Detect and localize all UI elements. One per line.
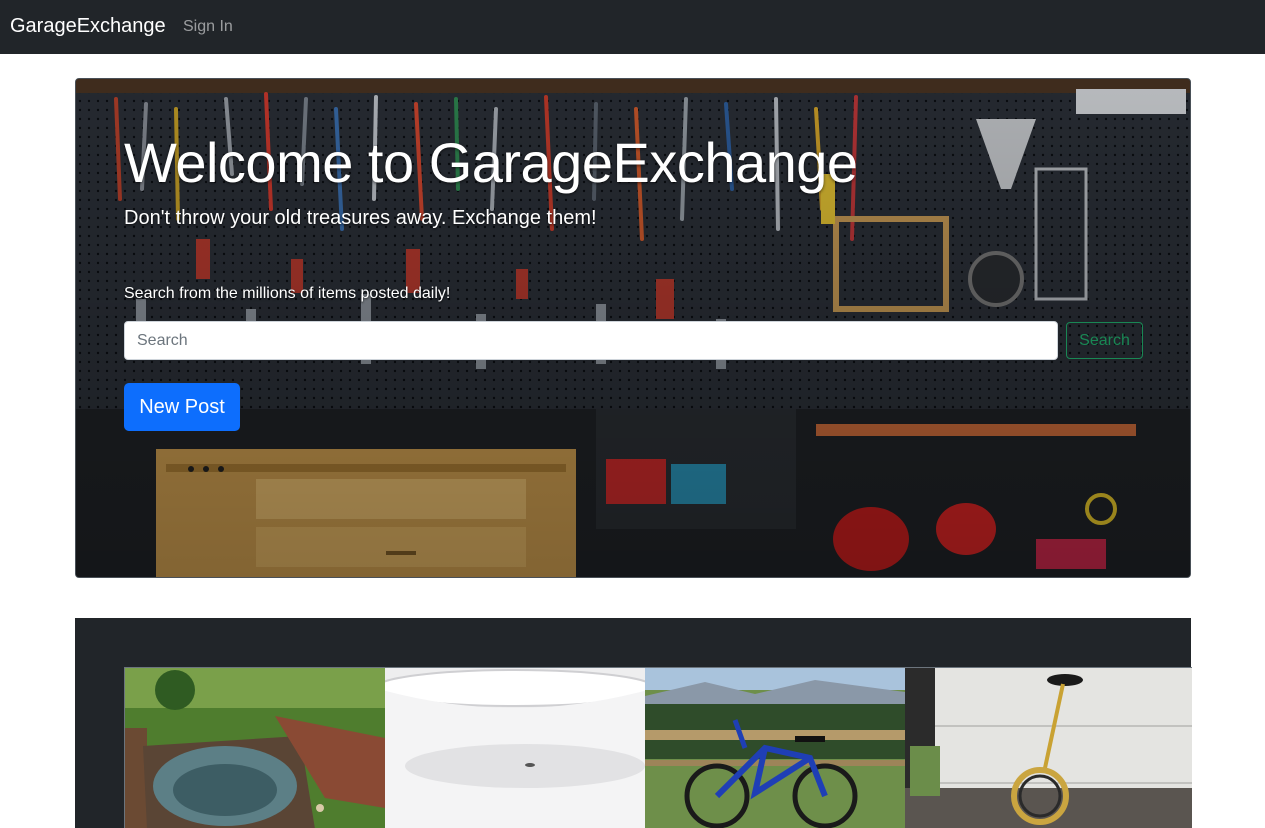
- top-navbar: GarageExchange Sign In: [0, 0, 1265, 54]
- bathtub-image: [384, 668, 646, 828]
- bicycle-image: [645, 668, 905, 828]
- hero-title: Welcome to GarageExchange: [124, 131, 858, 194]
- sign-in-link[interactable]: Sign In: [183, 17, 233, 37]
- hero-jumbotron: Welcome to GarageExchange Don't throw yo…: [75, 78, 1191, 578]
- search-input[interactable]: [124, 321, 1058, 360]
- new-post-button[interactable]: New Post: [124, 383, 240, 431]
- listing-card-unicycle[interactable]: [904, 668, 1192, 828]
- hot-tub-image: [125, 668, 385, 828]
- listing-card-row: [124, 667, 1192, 828]
- hero-tagline: Don't throw your old treasures away. Exc…: [124, 207, 597, 229]
- listings-section: [75, 618, 1192, 828]
- brand-logo-link[interactable]: GarageExchange: [10, 14, 166, 38]
- search-help-text: Search from the millions of items posted…: [124, 285, 451, 302]
- search-button[interactable]: Search: [1066, 322, 1143, 359]
- listing-card-bicycle[interactable]: [645, 668, 905, 828]
- listing-card-hot-tub[interactable]: [125, 668, 385, 828]
- unicycle-image: [904, 668, 1192, 828]
- listing-card-bathtub[interactable]: [384, 668, 646, 828]
